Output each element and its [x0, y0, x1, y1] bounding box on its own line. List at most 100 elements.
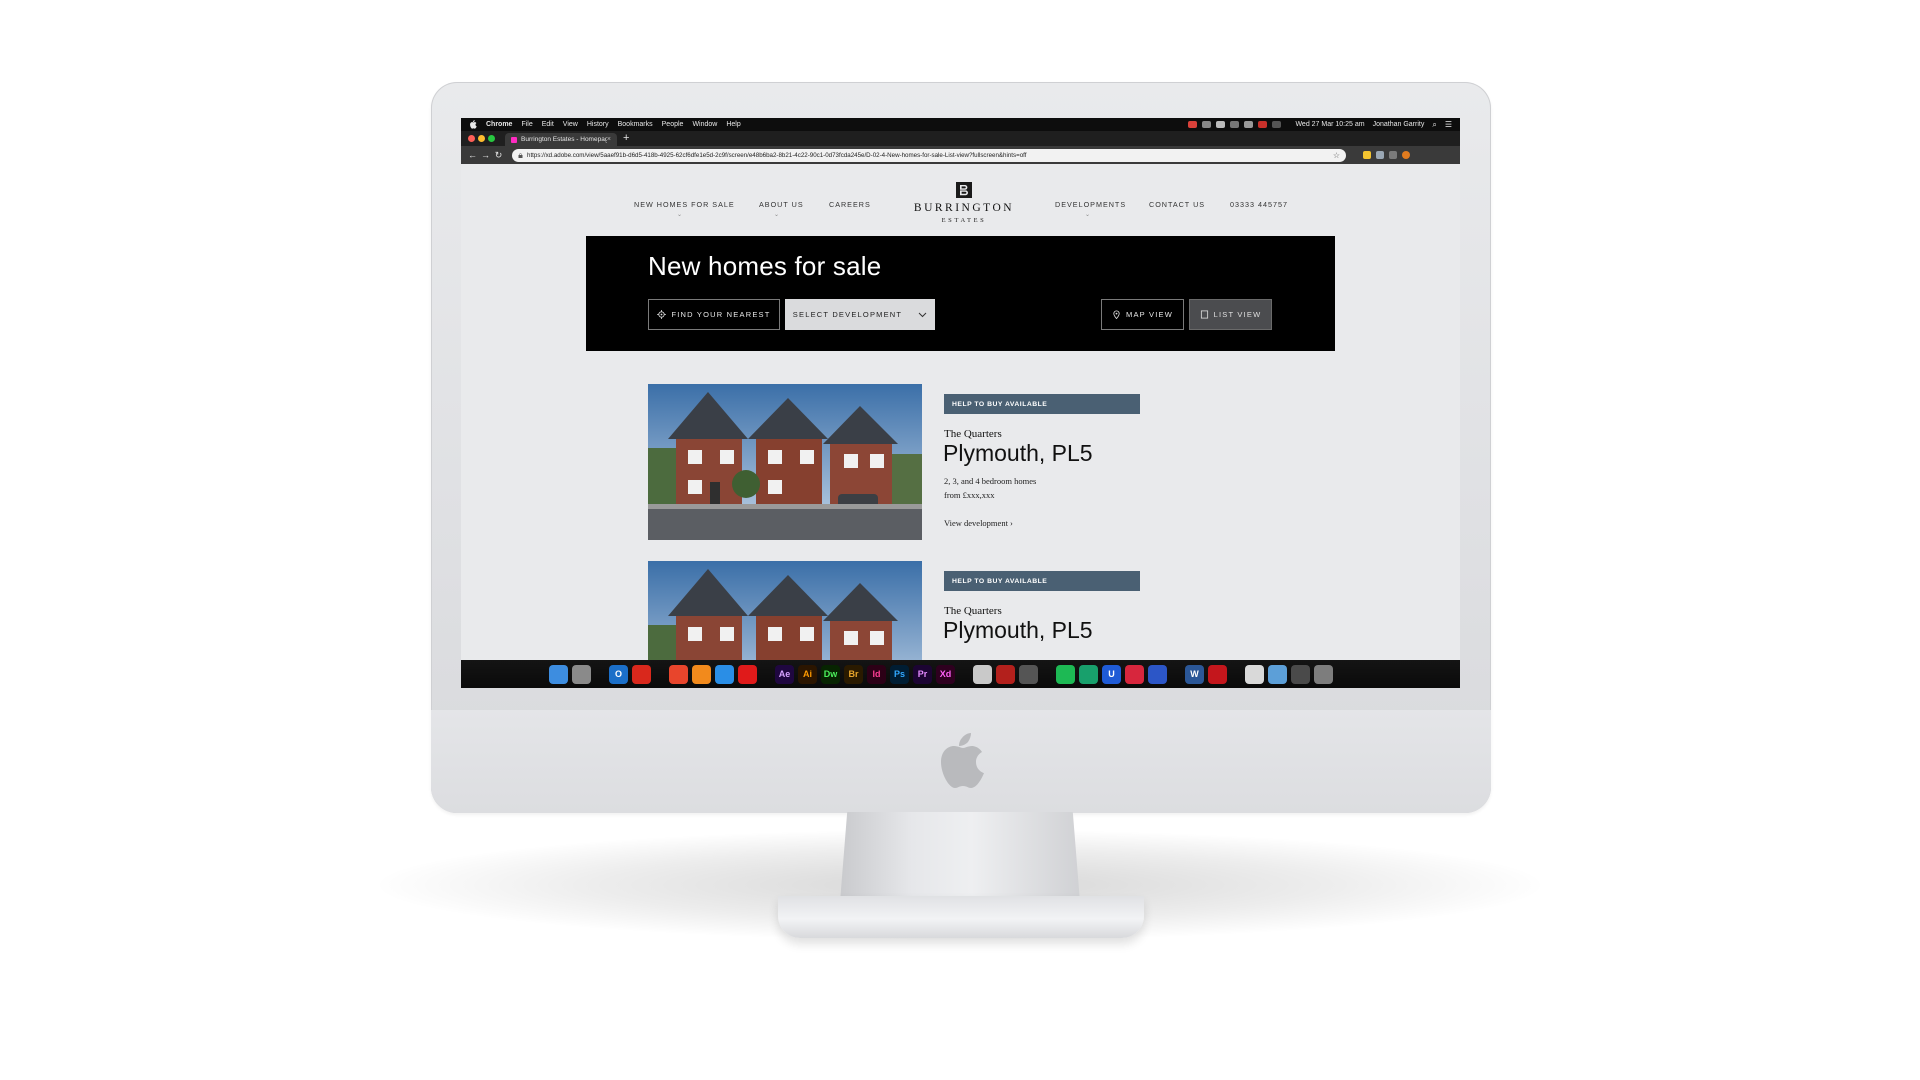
- premiere-icon[interactable]: Pr: [913, 664, 932, 684]
- wifi-icon[interactable]: [1272, 121, 1282, 128]
- nav-careers[interactable]: CAREERS: [829, 200, 871, 209]
- locate-crosshair-icon: [657, 310, 667, 319]
- firefox-icon[interactable]: [692, 664, 711, 684]
- app-icon[interactable]: [1208, 664, 1227, 684]
- launchpad-icon[interactable]: [572, 664, 591, 684]
- folder-icon[interactable]: [1268, 664, 1287, 684]
- nav-phone[interactable]: 03333 445757: [1230, 200, 1288, 209]
- menubar-clock[interactable]: Wed 27 Mar 10:25 am: [1295, 121, 1364, 128]
- menu-people[interactable]: People: [662, 121, 684, 128]
- trash-icon[interactable]: [1314, 664, 1333, 684]
- menu-history[interactable]: History: [587, 121, 609, 128]
- word-icon[interactable]: W: [1185, 664, 1204, 684]
- nav-developments[interactable]: DEVELOPMENTS: [1055, 200, 1126, 209]
- chevron-down-icon: [918, 312, 927, 317]
- extension-icons: [1358, 151, 1410, 159]
- forward-icon[interactable]: →: [480, 150, 491, 160]
- chevron-down-icon: ⌄: [1085, 212, 1091, 218]
- extension-icon[interactable]: [1376, 151, 1384, 159]
- mockup-stage: Chrome File Edit View History Bookmarks …: [0, 0, 1920, 1080]
- bridge-icon[interactable]: Br: [844, 664, 863, 684]
- close-window-button[interactable]: [468, 135, 475, 142]
- spotlight-icon[interactable]: ⌕: [1432, 120, 1436, 130]
- app-icon[interactable]: [1148, 664, 1167, 684]
- menu-help[interactable]: Help: [726, 121, 740, 128]
- menu-file[interactable]: File: [521, 121, 532, 128]
- development-location[interactable]: Plymouth, PL5: [943, 617, 1093, 644]
- status-icon-b[interactable]: [1216, 121, 1226, 128]
- app-icon[interactable]: [1079, 664, 1098, 684]
- status-icon-c[interactable]: [1230, 121, 1240, 128]
- app-icon[interactable]: U: [1102, 664, 1121, 684]
- status-icon-e[interactable]: [1258, 121, 1268, 128]
- extension-icon[interactable]: [1389, 151, 1397, 159]
- browser-tab-bar: Burrington Estates - Homepag × +: [461, 131, 1460, 146]
- app-icon[interactable]: [973, 664, 992, 684]
- menu-bookmarks[interactable]: Bookmarks: [618, 121, 653, 128]
- finder-icon[interactable]: [549, 664, 568, 684]
- new-tab-button[interactable]: +: [623, 132, 629, 144]
- menu-chrome[interactable]: Chrome: [486, 121, 512, 128]
- spotify-icon[interactable]: [1056, 664, 1075, 684]
- website-page: NEW HOMES FOR SALE ⌄ ABOUT US ⌄ CAREERS …: [461, 164, 1460, 688]
- notification-center-icon[interactable]: ☰: [1445, 120, 1452, 129]
- nav-new-homes-for-sale[interactable]: NEW HOMES FOR SALE: [634, 200, 735, 209]
- find-your-nearest-button[interactable]: FIND YOUR NEAREST: [648, 299, 780, 330]
- photobooth-icon[interactable]: [996, 664, 1015, 684]
- illustrator-icon[interactable]: Ai: [798, 664, 817, 684]
- status-icon-creative-cloud[interactable]: [1188, 121, 1198, 128]
- opera-alt-icon[interactable]: [738, 664, 757, 684]
- nav-about-us[interactable]: ABOUT US: [759, 200, 804, 209]
- select-development-dropdown[interactable]: SELECT DEVELOPMENT: [785, 299, 935, 330]
- indesign-icon[interactable]: Id: [867, 664, 886, 684]
- menubar-user[interactable]: Jonathan Garrity: [1373, 121, 1425, 128]
- logo-wordmark[interactable]: BURRINGTON: [906, 202, 1022, 214]
- minimize-window-button[interactable]: [478, 135, 485, 142]
- menu-edit[interactable]: Edit: [542, 121, 554, 128]
- address-bar[interactable]: https://xd.adobe.com/view/5aaef91b-d6d5-…: [512, 148, 1346, 162]
- documents-icon[interactable]: [1245, 664, 1264, 684]
- lock-icon: [518, 152, 523, 158]
- zoom-window-button[interactable]: [488, 135, 495, 142]
- logo-subtitle: ESTATES: [941, 217, 987, 224]
- list-view-button[interactable]: LIST VIEW: [1189, 299, 1272, 330]
- development-name: The Quarters: [944, 428, 1002, 440]
- close-tab-icon[interactable]: ×: [607, 136, 611, 143]
- app-icon[interactable]: [1019, 664, 1038, 684]
- status-icon-a[interactable]: [1202, 121, 1212, 128]
- dock-icon-label: W: [1190, 669, 1199, 679]
- menu-view[interactable]: View: [563, 121, 578, 128]
- back-icon[interactable]: ←: [467, 150, 478, 160]
- imac-stand-foot: [778, 896, 1144, 938]
- select-development-label: SELECT DEVELOPMENT: [792, 310, 903, 319]
- nav-contact-us[interactable]: CONTACT US: [1149, 200, 1205, 209]
- url-text: https://xd.adobe.com/view/5aaef91b-d6d5-…: [527, 151, 1027, 159]
- extension-icon[interactable]: [1402, 151, 1410, 159]
- app-icon[interactable]: [1291, 664, 1310, 684]
- xd-icon[interactable]: Xd: [936, 664, 955, 684]
- development-image[interactable]: [648, 384, 922, 540]
- menu-window[interactable]: Window: [692, 121, 717, 128]
- map-view-button[interactable]: MAP VIEW: [1101, 299, 1184, 330]
- opera-icon[interactable]: [632, 664, 651, 684]
- apple-menu-icon[interactable]: [469, 120, 477, 129]
- dreamweaver-icon[interactable]: Dw: [821, 664, 840, 684]
- status-icon-d[interactable]: [1244, 121, 1254, 128]
- bookmark-star-icon[interactable]: ☆: [1333, 151, 1340, 160]
- view-development-link[interactable]: View development ›: [944, 518, 1013, 528]
- after-effects-icon[interactable]: Ae: [775, 664, 794, 684]
- safari-icon[interactable]: [715, 664, 734, 684]
- photoshop-icon[interactable]: Ps: [890, 664, 909, 684]
- dock-icon-label: Ae: [778, 669, 791, 679]
- extension-icon[interactable]: [1363, 151, 1371, 159]
- browser-tab-active[interactable]: Burrington Estates - Homepag ×: [505, 133, 617, 146]
- burrington-logo-icon[interactable]: [956, 182, 972, 198]
- development-location[interactable]: Plymouth, PL5: [943, 440, 1093, 467]
- chrome-icon[interactable]: [669, 664, 688, 684]
- reload-icon[interactable]: ↻: [493, 150, 504, 161]
- app-icon[interactable]: [1125, 664, 1144, 684]
- xd-favicon-icon: [511, 136, 517, 143]
- imac-stand-neck: [840, 812, 1080, 902]
- outlook-icon[interactable]: O: [609, 664, 628, 684]
- list-icon: [1200, 310, 1208, 319]
